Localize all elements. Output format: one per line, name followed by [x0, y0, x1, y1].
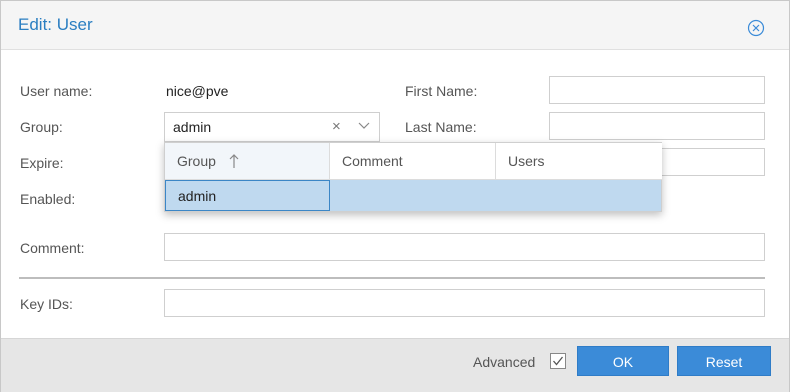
- table-row[interactable]: admin: [165, 180, 661, 211]
- first-name-input[interactable]: [549, 76, 765, 104]
- chevron-down-icon[interactable]: [358, 122, 370, 130]
- last-name-input[interactable]: [549, 112, 765, 140]
- sort-ascending-icon: [229, 154, 239, 168]
- dialog-header: Edit: User: [1, 1, 789, 50]
- key-ids-input[interactable]: [164, 289, 765, 317]
- group-combobox[interactable]: admin ×: [164, 112, 380, 142]
- last-name-label: Last Name:: [405, 119, 477, 135]
- column-header-users-label: Users: [508, 153, 545, 169]
- key-ids-label: Key IDs:: [20, 296, 73, 312]
- comment-label: Comment:: [20, 240, 85, 256]
- comment-input[interactable]: [164, 233, 765, 261]
- section-divider: [19, 277, 765, 279]
- dialog-title: Edit: User: [18, 15, 93, 34]
- reset-button[interactable]: Reset: [677, 346, 771, 376]
- clear-icon[interactable]: ×: [332, 118, 341, 135]
- group-combobox-value: admin: [173, 119, 212, 135]
- user-name-label: User name:: [20, 83, 93, 99]
- enabled-label: Enabled:: [20, 191, 76, 207]
- dialog-footer: Advanced OK Reset: [1, 338, 789, 392]
- group-cell[interactable]: admin: [165, 180, 330, 211]
- group-cell-label: admin: [178, 188, 217, 204]
- advanced-label: Advanced: [473, 354, 536, 370]
- column-header-users[interactable]: Users: [496, 143, 662, 180]
- column-header-comment[interactable]: Comment: [330, 143, 496, 180]
- column-header-group-label: Group: [177, 153, 216, 169]
- user-name-value: nice@pve: [166, 83, 229, 99]
- column-header-group[interactable]: Group: [165, 143, 330, 180]
- group-dropdown: Group Comment Users admin: [164, 142, 662, 212]
- expire-label: Expire:: [20, 155, 64, 171]
- column-header-comment-label: Comment: [342, 153, 403, 169]
- group-label: Group:: [20, 119, 63, 135]
- ok-button[interactable]: OK: [577, 346, 669, 376]
- close-icon[interactable]: [747, 19, 765, 37]
- edit-user-dialog: Edit: User User name: nice@pve Group: ad…: [0, 0, 790, 392]
- advanced-checkbox[interactable]: [550, 353, 566, 369]
- first-name-label: First Name:: [405, 83, 478, 99]
